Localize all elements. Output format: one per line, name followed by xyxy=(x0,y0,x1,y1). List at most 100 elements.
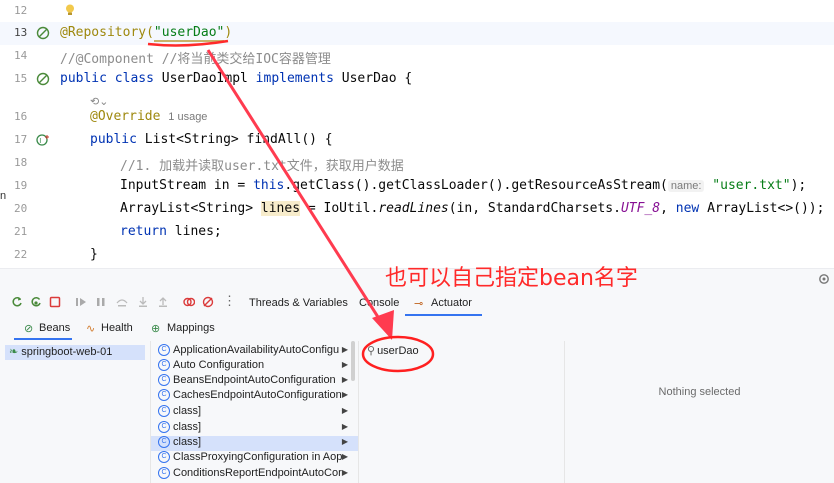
subtab-beans[interactable]: Beans xyxy=(39,322,70,334)
class-icon: C xyxy=(158,405,170,418)
app-name: springboot-web-01 xyxy=(21,346,113,358)
tab-actuator[interactable]: Actuator xyxy=(431,297,472,309)
list-item-label: ApplicationAvailabilityAutoConfigu xyxy=(173,344,340,357)
spring-leaf-icon: ❧ xyxy=(9,346,19,358)
code-line-21: 21 return lines; xyxy=(0,221,834,244)
line-number: 19 xyxy=(14,179,28,192)
code-line-13: 13 @Repository("userDao") xyxy=(0,22,834,45)
actuator-subtabs: ⊘ Beans ∿ Health ⊕ Mappings xyxy=(0,318,834,340)
class-icon: C xyxy=(158,374,170,387)
pause-icon[interactable] xyxy=(95,296,107,308)
list-item-label: Auto Configuration xyxy=(173,359,265,372)
code-text: ); xyxy=(790,178,807,193)
annotation-override: @Override xyxy=(90,109,161,124)
restart-debug-icon[interactable] xyxy=(30,296,42,308)
list-item-label: CachesEndpointAutoConfiguration xyxy=(173,389,342,402)
step-over-icon[interactable] xyxy=(116,296,128,308)
list-item[interactable]: C CachesEndpointAutoConfiguration ▶ xyxy=(151,389,358,404)
line-number: 16 xyxy=(14,110,28,123)
code-text: lines; xyxy=(174,224,222,239)
class-icon: C xyxy=(158,451,170,464)
line-number: 18 xyxy=(14,156,28,169)
actuator-icon: ⊸ xyxy=(414,298,424,310)
keyword: public class xyxy=(60,71,162,86)
rerun-icon[interactable] xyxy=(11,296,23,308)
bean-gutter-icon[interactable] xyxy=(36,26,50,40)
bean-gutter-icon[interactable] xyxy=(36,72,50,86)
resume-icon[interactable] xyxy=(75,296,87,308)
bean-item-userdao[interactable]: ⚲ userDao xyxy=(359,344,564,359)
list-item-label: ConditionsReportEndpointAutoCor xyxy=(173,467,342,480)
subtab-mappings[interactable]: Mappings xyxy=(167,322,215,334)
chevron-right-icon: ▶ xyxy=(341,390,348,399)
list-item[interactable]: C ClassProxyingConfiguration in Aop ▶ xyxy=(151,451,358,466)
code-text: = IoUtil. xyxy=(300,201,379,216)
line-number: 21 xyxy=(14,225,28,238)
chevron-right-icon: ▶ xyxy=(341,452,348,461)
list-item[interactable]: C Auto Configuration ▶ xyxy=(151,359,358,374)
chevron-right-icon: ▶ xyxy=(341,375,348,384)
list-item-label: BeansEndpointAutoConfiguration xyxy=(173,374,336,387)
usage-hint[interactable]: 1 usage xyxy=(168,111,207,123)
keyword: this xyxy=(253,178,285,193)
health-icon: ∿ xyxy=(86,323,96,335)
tab-console[interactable]: Console xyxy=(359,297,399,309)
static-method: readLines xyxy=(378,201,449,216)
keyword: implements xyxy=(255,71,342,86)
code-comment: //@Component //将当前类交给IOC容器管理 xyxy=(60,52,331,67)
stop-icon[interactable] xyxy=(49,296,61,308)
code-line-17: 17 I public List<String> findAll() { xyxy=(0,129,834,152)
code-line-16: 16 @Override 1 usage xyxy=(0,106,834,129)
more-options-icon[interactable]: ⋮ xyxy=(223,293,236,308)
tab-threads-variables[interactable]: Threads & Variables xyxy=(249,297,348,309)
class-icon: C xyxy=(158,359,170,372)
list-item-label: class] xyxy=(173,436,202,449)
lightbulb-icon[interactable] xyxy=(65,4,75,16)
bean-detail-pane: Nothing selected xyxy=(565,341,834,483)
chevron-right-icon: ▶ xyxy=(341,437,348,446)
step-out-icon[interactable] xyxy=(157,296,169,308)
mute-breakpoints-icon[interactable] xyxy=(202,296,214,308)
class-name: UserDaoImpl xyxy=(161,71,256,86)
code-line-18: 18 //1. 加载并读取user.txt文件，获取用户数据 xyxy=(0,152,834,175)
list-item[interactable]: Cclass] ▶ xyxy=(151,405,358,420)
app-item[interactable]: ❧ springboot-web-01 xyxy=(5,345,145,360)
code-line-14: 14 //@Component //将当前类交给IOC容器管理 xyxy=(0,45,834,68)
method-signature: List<String> findAll() { xyxy=(144,132,333,147)
list-item[interactable]: C ConditionsReportEndpointAutoCor ▶ xyxy=(151,467,358,482)
chevron-right-icon: ▶ xyxy=(341,422,348,431)
list-item[interactable]: Cclass] ▶ xyxy=(151,421,358,436)
code-editor[interactable]: 12 13 @Repository("userDao") 14 //@Compo… xyxy=(0,0,834,268)
view-breakpoints-icon[interactable] xyxy=(183,296,195,308)
keyword: return xyxy=(120,224,175,239)
left-text-fragment: n xyxy=(0,190,7,202)
bean-class-list: C ApplicationAvailabilityAutoConfigu ▶ C Au… xyxy=(151,341,359,483)
bean-name: userDao xyxy=(377,345,419,357)
chevron-right-icon: ▶ xyxy=(341,360,348,369)
list-item[interactable]: C ApplicationAvailabilityAutoConfigu ▶ xyxy=(151,344,358,359)
step-into-icon[interactable] xyxy=(137,296,149,308)
svg-text:I: I xyxy=(39,137,41,145)
code-text: ArrayList<String> xyxy=(120,201,261,216)
code-line-19: 19 InputStream in = this.getClass().getC… xyxy=(0,175,834,198)
line-number: 12 xyxy=(14,4,28,17)
line-number: 22 xyxy=(14,248,28,261)
code-text: } xyxy=(90,247,98,262)
list-scrollbar[interactable] xyxy=(351,341,355,381)
list-item-selected[interactable]: Cclass] ▶ xyxy=(151,436,358,451)
class-icon: C xyxy=(158,436,170,449)
bean-name-string: "userDao" xyxy=(153,25,225,42)
class-icon: C xyxy=(158,344,170,357)
list-item[interactable]: C BeansEndpointAutoConfiguration ▶ xyxy=(151,374,358,389)
code-comment: //1. 加载并读取user.txt文件，获取用户数据 xyxy=(120,159,404,174)
implements-gutter-icon[interactable]: I xyxy=(36,133,50,147)
chevron-right-icon: ▶ xyxy=(341,468,348,477)
subtab-health[interactable]: Health xyxy=(101,322,133,334)
mappings-icon: ⊕ xyxy=(151,323,161,335)
line-number: 13 xyxy=(14,26,28,39)
active-tab-indicator xyxy=(405,314,482,316)
class-icon: C xyxy=(158,389,170,402)
empty-state-text: Nothing selected xyxy=(658,386,741,398)
settings-gear-icon[interactable] xyxy=(818,273,830,285)
code-text: (in, StandardCharsets. xyxy=(448,201,621,216)
